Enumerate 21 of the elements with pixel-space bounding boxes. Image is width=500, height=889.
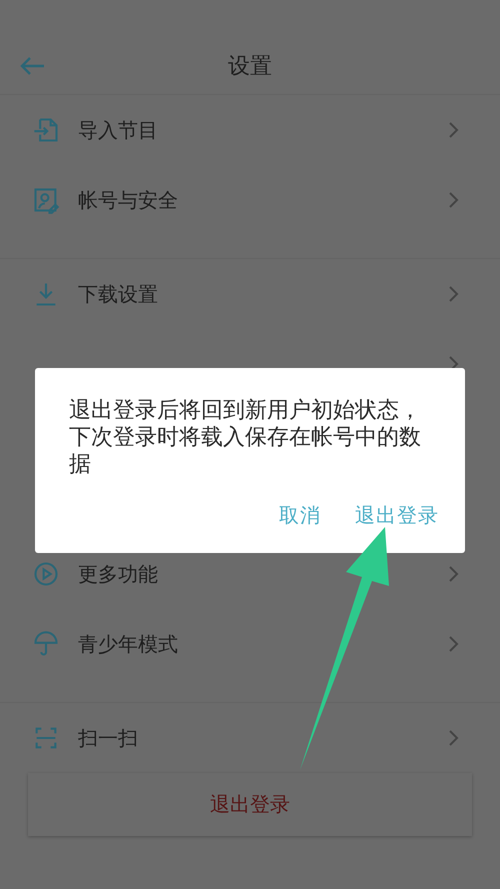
dialog-button[interactable]: 退出登录 xyxy=(355,502,439,529)
settings-item[interactable]: 帐号与安全 xyxy=(0,165,500,235)
chevron-icon xyxy=(448,285,460,303)
settings-item[interactable]: 更多功能 xyxy=(0,539,500,609)
chevron-icon xyxy=(448,565,460,583)
dialog-button[interactable]: 取消 xyxy=(279,502,321,529)
dialog-message: 退出登录后将回到新用户初始状态，下次登录时将载入保存在帐号中的数据 xyxy=(69,397,422,478)
chevron-icon xyxy=(448,635,460,653)
settings-item[interactable]: 下载设置 xyxy=(0,259,500,329)
chevron-icon xyxy=(448,729,460,747)
chevron-icon xyxy=(448,191,460,209)
settings-item[interactable]: 扫一扫 xyxy=(0,703,500,773)
logout-button[interactable]: 退出登录 xyxy=(28,773,472,836)
profile-pencil-icon xyxy=(32,186,60,214)
settings-item[interactable]: 导入节目 xyxy=(0,95,500,165)
settings-item[interactable]: 青少年模式 xyxy=(0,609,500,679)
umbrella-icon xyxy=(32,630,60,658)
page-title: 设置 xyxy=(228,53,272,81)
play-circle-icon xyxy=(32,560,60,588)
document-arrow-icon xyxy=(32,116,60,144)
chevron-icon xyxy=(448,121,460,139)
